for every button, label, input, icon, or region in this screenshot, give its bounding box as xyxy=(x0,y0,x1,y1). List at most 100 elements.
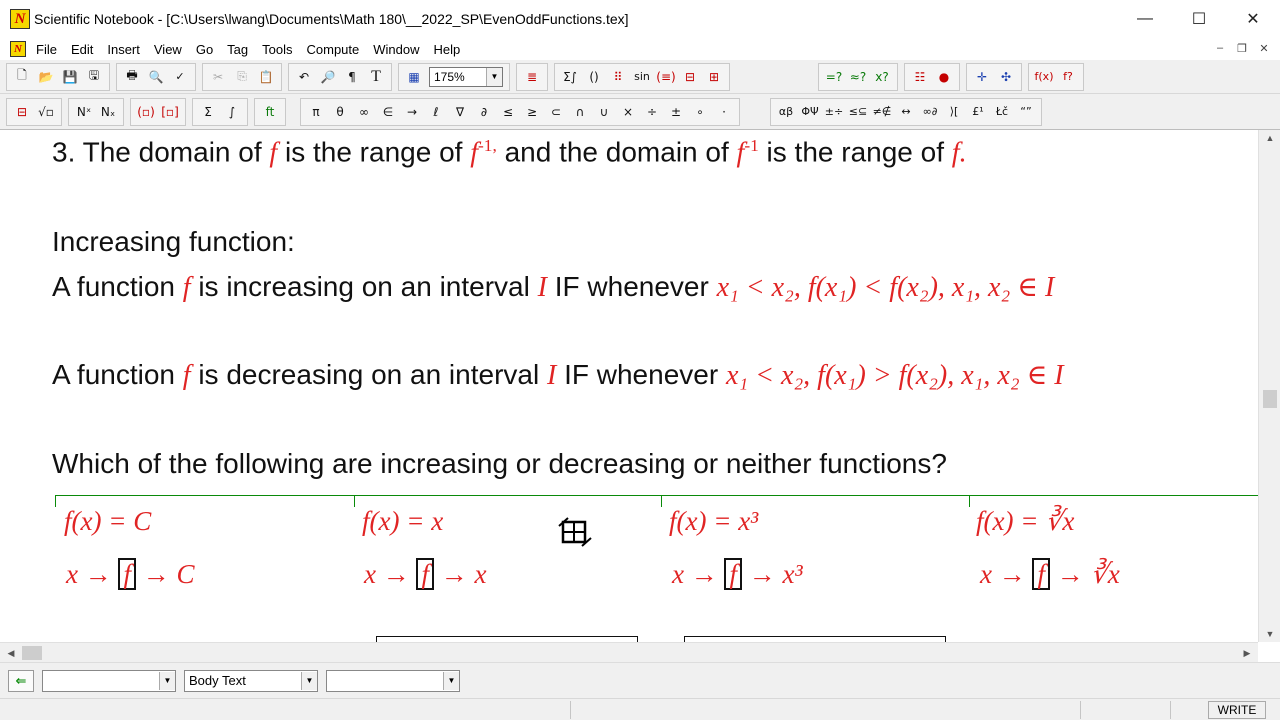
math-interval-i[interactable]: I xyxy=(538,272,547,303)
doc-minimize-button[interactable]: – xyxy=(1212,40,1228,56)
scroll-down-icon[interactable]: ▼ xyxy=(1259,626,1280,642)
symbol-divide[interactable]: ÷ xyxy=(641,101,663,123)
unit-name-icon[interactable]: ft xyxy=(259,101,281,123)
sum-integral-icon[interactable]: Σ∫ xyxy=(559,66,581,88)
symbol-partial[interactable]: ∂ xyxy=(473,101,495,123)
greek-upper-panel-icon[interactable]: ΦΨ xyxy=(799,101,821,123)
evaluate-numeric-icon[interactable]: ≈? xyxy=(847,66,869,88)
math-f[interactable]: f. xyxy=(952,137,967,168)
symbol-union[interactable]: ∪ xyxy=(593,101,615,123)
print-icon[interactable]: 🖶 xyxy=(121,66,143,88)
symbol-compose[interactable]: ∘ xyxy=(689,101,711,123)
symbol-plusminus[interactable]: ± xyxy=(665,101,687,123)
text-tag-select[interactable]: ▼ xyxy=(326,669,460,692)
cell-1-definition[interactable]: f(x) = C xyxy=(64,506,151,537)
open-folder-icon[interactable]: 📂 xyxy=(35,66,57,88)
greek-panel-icon[interactable]: αβ xyxy=(775,101,797,123)
vertical-scrollbar[interactable]: ▲ ▼ xyxy=(1258,130,1280,642)
undo-icon[interactable]: ↶ xyxy=(293,66,315,88)
paste-icon[interactable]: 📋 xyxy=(255,66,277,88)
sum-icon[interactable]: Σ xyxy=(197,101,219,123)
menu-help[interactable]: Help xyxy=(432,42,463,57)
cell-3-mapping[interactable]: x → f → x³ xyxy=(672,558,803,591)
math-interval-i[interactable]: I xyxy=(547,360,556,391)
cell-4-mapping[interactable]: x → f → ∛x xyxy=(980,558,1120,591)
table-icon[interactable]: ▦ xyxy=(403,66,425,88)
symbol-nabla[interactable]: ∇ xyxy=(449,101,471,123)
find-icon[interactable]: 🔎 xyxy=(317,66,339,88)
symbol-dot[interactable]: · xyxy=(713,101,735,123)
symbol-subset[interactable]: ⊂ xyxy=(545,101,567,123)
math-f[interactable]: f xyxy=(183,272,191,303)
arrows-panel-icon[interactable]: ↔ xyxy=(895,101,917,123)
plot-3d-icon[interactable]: ✣ xyxy=(995,66,1017,88)
symbol-pi[interactable]: π xyxy=(305,101,327,123)
symbol-infinity[interactable]: ∞ xyxy=(353,101,375,123)
define-icon[interactable]: ☷ xyxy=(909,66,931,88)
save-all-icon[interactable]: 🖫 xyxy=(83,66,105,88)
body-tag-select[interactable]: Body Text ▼ xyxy=(184,669,318,692)
negated-relations-panel-icon[interactable]: ≠∉ xyxy=(871,101,893,123)
cell-4-definition[interactable]: f(x) = ∛x xyxy=(976,506,1074,537)
menu-insert[interactable]: Insert xyxy=(105,42,142,57)
section-tag-select[interactable]: ▼ xyxy=(42,669,176,692)
menu-tag[interactable]: Tag xyxy=(225,42,250,57)
scroll-up-icon[interactable]: ▲ xyxy=(1259,130,1280,146)
menu-window[interactable]: Window xyxy=(371,42,421,57)
symbol-element-of[interactable]: ∈ xyxy=(377,101,399,123)
latin-panel-icon[interactable]: £¹ xyxy=(967,101,989,123)
text-mode-icon[interactable]: T xyxy=(365,66,387,88)
plot-2d-icon[interactable]: ✛ xyxy=(971,66,993,88)
menu-file[interactable]: File xyxy=(34,42,59,57)
binomial-icon[interactable]: (≡) xyxy=(655,66,677,88)
define-function-icon[interactable]: f(x) xyxy=(1033,66,1055,88)
subscript-icon[interactable]: Nₓ xyxy=(97,101,119,123)
spell-check-icon[interactable]: ✓ xyxy=(169,66,191,88)
horizontal-scroll-thumb[interactable] xyxy=(22,646,42,660)
new-document-icon[interactable]: 🗋 xyxy=(11,66,33,88)
quotes-panel-icon[interactable]: “” xyxy=(1015,101,1037,123)
menu-go[interactable]: Go xyxy=(194,42,215,57)
menu-tools[interactable]: Tools xyxy=(260,42,294,57)
minimize-button[interactable]: — xyxy=(1118,0,1172,38)
brackets-icon[interactable]: () xyxy=(583,66,605,88)
horizontal-scrollbar[interactable]: ◀ ▶ xyxy=(0,642,1258,662)
maximize-button[interactable]: ☐ xyxy=(1172,0,1226,38)
accents-panel-icon[interactable]: Łč xyxy=(991,101,1013,123)
relations-panel-icon[interactable]: ≤⊆ xyxy=(847,101,869,123)
sin-cos-icon[interactable]: sin xyxy=(631,66,653,88)
math-increasing-condition[interactable]: x₁ < x₂, f(x₁) < f(x₂), x₁, x₂ ∈ I xyxy=(717,272,1055,303)
back-arrow-icon[interactable]: ⇐ xyxy=(8,669,34,692)
copy-icon[interactable]: ⎘ xyxy=(231,66,253,88)
document-area[interactable]: 3. The domain of f is the range of f-1, … xyxy=(0,130,1258,642)
show-definitions-icon[interactable]: f? xyxy=(1057,66,1079,88)
superscript-icon[interactable]: Nˣ xyxy=(73,101,95,123)
math-decreasing-condition[interactable]: x₁ < x₂, f(x₁) > f(x₂), x₁, x₂ ∈ I xyxy=(726,360,1064,391)
symbol-ell[interactable]: ℓ xyxy=(425,101,447,123)
matrix-icon[interactable]: ⠿ xyxy=(607,66,629,88)
solve-icon[interactable]: x? xyxy=(871,66,893,88)
section-icon[interactable]: ≣ xyxy=(521,66,543,88)
cut-icon[interactable]: ✂ xyxy=(207,66,229,88)
preview-icon[interactable]: 🔍 xyxy=(145,66,167,88)
doc-close-button[interactable]: ✕ xyxy=(1256,40,1272,56)
doc-restore-button[interactable]: ❐ xyxy=(1234,40,1250,56)
math-f-inverse[interactable]: f xyxy=(470,137,478,168)
square-bracket-icon[interactable]: [▫] xyxy=(159,101,181,123)
cell-2-definition[interactable]: f(x) = x xyxy=(362,506,443,537)
cell-3-definition[interactable]: f(x) = x³ xyxy=(669,506,758,537)
fraction-icon[interactable]: ⊟ xyxy=(679,66,701,88)
scroll-right-icon[interactable]: ▶ xyxy=(1236,643,1258,663)
radical-icon[interactable]: √▫ xyxy=(35,101,57,123)
menu-edit[interactable]: Edit xyxy=(69,42,95,57)
symbol-theta[interactable]: θ xyxy=(329,101,351,123)
vertical-scroll-thumb[interactable] xyxy=(1263,390,1277,408)
menu-view[interactable]: View xyxy=(152,42,184,57)
document-menu-icon[interactable]: N xyxy=(10,41,26,57)
stop-icon[interactable]: ● xyxy=(933,66,955,88)
cell-1-mapping[interactable]: x → f → C xyxy=(66,558,195,591)
binary-ops-panel-icon[interactable]: ±÷ xyxy=(823,101,845,123)
menu-compute[interactable]: Compute xyxy=(305,42,362,57)
label-icon[interactable]: ⊞ xyxy=(703,66,725,88)
delimiters-panel-icon[interactable]: ⟩[ xyxy=(943,101,965,123)
